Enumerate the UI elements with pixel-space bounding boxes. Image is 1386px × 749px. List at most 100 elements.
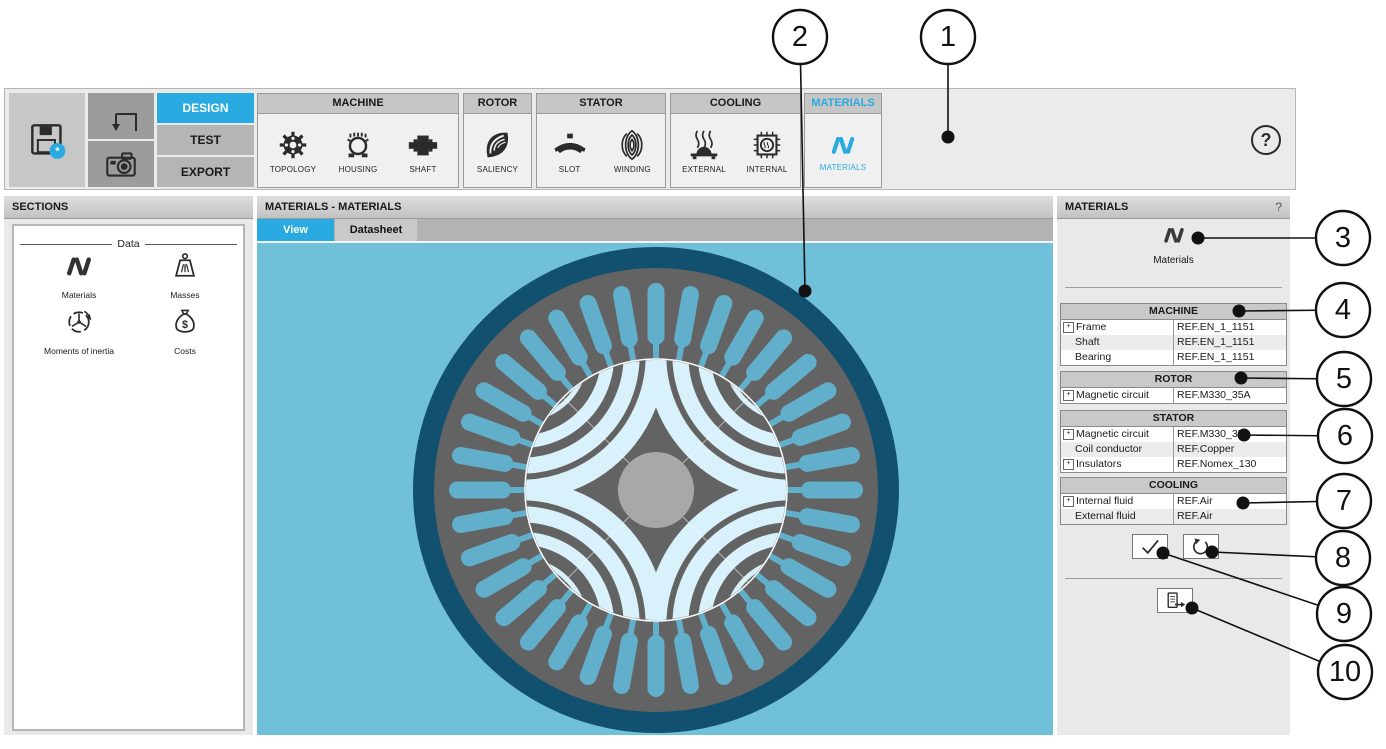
svg-text:*: * bbox=[55, 146, 60, 158]
expand-icon[interactable] bbox=[1063, 496, 1074, 507]
tool-cooling-internal[interactable]: INTERNAL bbox=[737, 128, 797, 174]
material-value[interactable]: REF.EN_1_1151 bbox=[1173, 320, 1286, 335]
tab-test[interactable]: TEST bbox=[157, 125, 254, 155]
callout-number: 5 bbox=[1336, 363, 1352, 395]
group-title-cooling: COOLING bbox=[671, 94, 800, 114]
tab-datasheet[interactable]: Datasheet bbox=[335, 219, 417, 241]
winding-icon bbox=[615, 128, 649, 162]
table-title: COOLING bbox=[1061, 478, 1286, 494]
callout-number: 9 bbox=[1336, 598, 1352, 630]
save-button[interactable]: * bbox=[9, 93, 85, 187]
export-report-button[interactable] bbox=[1157, 588, 1193, 613]
callout-circle bbox=[1316, 283, 1370, 337]
shaft bbox=[618, 452, 694, 528]
group-title-stator: STATOR bbox=[537, 94, 665, 114]
callout-circle bbox=[1318, 645, 1372, 699]
tool-label: SALIENCY bbox=[477, 165, 518, 174]
housing-icon bbox=[341, 128, 375, 162]
materials-logo-icon bbox=[62, 250, 96, 282]
tool-shaft[interactable]: SHAFT bbox=[393, 128, 453, 174]
material-value[interactable]: REF.M330_35A bbox=[1173, 427, 1286, 442]
table-row[interactable]: Shaft REF.EN_1_1151 bbox=[1061, 335, 1286, 350]
tab-design[interactable]: DESIGN bbox=[157, 93, 254, 123]
section-item-materials[interactable]: Materials bbox=[26, 250, 132, 300]
material-value[interactable]: REF.Air bbox=[1173, 509, 1286, 524]
table-row[interactable]: External fluid REF.Air bbox=[1061, 509, 1286, 524]
motor-cross-section bbox=[257, 243, 1053, 735]
screenshot-button[interactable] bbox=[88, 141, 154, 187]
table-machine: MACHINE Frame REF.EN_1_1151 Shaft REF.EN… bbox=[1060, 303, 1287, 366]
section-item-masses[interactable]: Masses bbox=[132, 250, 238, 300]
weight-icon bbox=[168, 250, 202, 282]
callout-number: 2 bbox=[792, 21, 808, 53]
table-row[interactable]: Internal fluid REF.Air bbox=[1061, 494, 1286, 509]
material-value[interactable]: REF.EN_1_1151 bbox=[1173, 350, 1286, 365]
callout-circle bbox=[1318, 409, 1372, 463]
reset-button[interactable] bbox=[1183, 534, 1219, 559]
callout-circle bbox=[1316, 211, 1370, 265]
table-row[interactable]: Coil conductor REF.Copper bbox=[1061, 442, 1286, 457]
expand-icon[interactable] bbox=[1063, 390, 1074, 401]
motor-view-canvas[interactable] bbox=[257, 241, 1053, 735]
table-row[interactable]: Insulators REF.Nomex_130 bbox=[1061, 457, 1286, 472]
material-value[interactable]: REF.EN_1_1151 bbox=[1173, 335, 1286, 350]
callout-number: 3 bbox=[1335, 222, 1351, 254]
material-value[interactable]: REF.Nomex_130 bbox=[1173, 457, 1286, 472]
table-row[interactable]: Bearing REF.EN_1_1151 bbox=[1061, 350, 1286, 365]
fluxmotor-app-window: * DESIGN TEST EXPORT MACHINE bbox=[0, 0, 1386, 749]
section-item-costs[interactable]: $ Costs bbox=[132, 306, 238, 356]
table-row[interactable]: Frame REF.EN_1_1151 bbox=[1061, 320, 1286, 335]
top-toolbar: * DESIGN TEST EXPORT MACHINE bbox=[4, 88, 1296, 190]
help-icon[interactable]: ? bbox=[1251, 125, 1281, 155]
expand-icon[interactable] bbox=[1063, 429, 1074, 440]
callout-number: 4 bbox=[1335, 294, 1351, 326]
tool-label: WINDING bbox=[614, 165, 651, 174]
table-title: MACHINE bbox=[1061, 304, 1286, 320]
saliency-icon bbox=[481, 128, 515, 162]
callout-circle bbox=[1317, 587, 1371, 641]
tool-materials[interactable]: MATERIALS bbox=[813, 130, 873, 172]
tool-label: SHAFT bbox=[409, 165, 436, 174]
callout-number: 1 bbox=[940, 21, 956, 53]
tool-housing[interactable]: HOUSING bbox=[328, 128, 388, 174]
inertia-icon bbox=[62, 306, 96, 338]
table-title: ROTOR bbox=[1061, 372, 1286, 388]
material-value[interactable]: REF.M330_35A bbox=[1173, 388, 1286, 403]
tool-topology[interactable]: TOPOLOGY bbox=[263, 128, 323, 174]
table-stator: STATOR Magnetic circuit REF.M330_35A Coi… bbox=[1060, 410, 1287, 473]
callout-number: 10 bbox=[1329, 656, 1361, 688]
tool-saliency[interactable]: SALIENCY bbox=[468, 128, 528, 174]
expand-icon[interactable] bbox=[1063, 322, 1074, 333]
save-icon: * bbox=[25, 118, 69, 162]
tool-winding[interactable]: WINDING bbox=[602, 128, 662, 174]
table-row[interactable]: Magnetic circuit REF.M330_35A bbox=[1061, 388, 1286, 403]
group-title-rotor: ROTOR bbox=[464, 94, 531, 114]
tab-view[interactable]: View bbox=[257, 219, 334, 241]
toolbar-group-rotor: ROTOR SALIENCY bbox=[463, 93, 532, 188]
tool-label: SLOT bbox=[559, 165, 581, 174]
callout-number: 8 bbox=[1335, 542, 1351, 574]
tab-export[interactable]: EXPORT bbox=[157, 157, 254, 187]
tool-label: HOUSING bbox=[339, 165, 378, 174]
load-arrow-button[interactable] bbox=[88, 93, 154, 139]
tool-cooling-external[interactable]: EXTERNAL bbox=[674, 128, 734, 174]
tool-label: INTERNAL bbox=[746, 165, 787, 174]
material-value[interactable]: REF.Air bbox=[1173, 494, 1286, 509]
panel-help-icon[interactable]: ? bbox=[1275, 196, 1282, 219]
section-item-label: Moments of inertia bbox=[26, 346, 132, 356]
export-document-icon bbox=[1164, 591, 1186, 610]
table-title: STATOR bbox=[1061, 411, 1286, 427]
expand-icon[interactable] bbox=[1063, 459, 1074, 470]
table-row[interactable]: Magnetic circuit REF.M330_35A bbox=[1061, 427, 1286, 442]
callout-number: 6 bbox=[1337, 420, 1353, 452]
material-value[interactable]: REF.Copper bbox=[1173, 442, 1286, 457]
section-item-moments-of-inertia[interactable]: Moments of inertia bbox=[26, 306, 132, 356]
group-title-materials: MATERIALS bbox=[805, 94, 881, 114]
sections-panel: SECTIONS Data Materials bbox=[4, 196, 253, 735]
camera-icon bbox=[102, 145, 140, 183]
materials-panel-icon: Materials bbox=[1057, 222, 1290, 266]
corner-arrow-icon bbox=[103, 98, 139, 134]
tool-slot[interactable]: SLOT bbox=[540, 128, 600, 174]
main-panel-title: MATERIALS - MATERIALS bbox=[257, 196, 1053, 219]
apply-button[interactable] bbox=[1132, 534, 1168, 559]
